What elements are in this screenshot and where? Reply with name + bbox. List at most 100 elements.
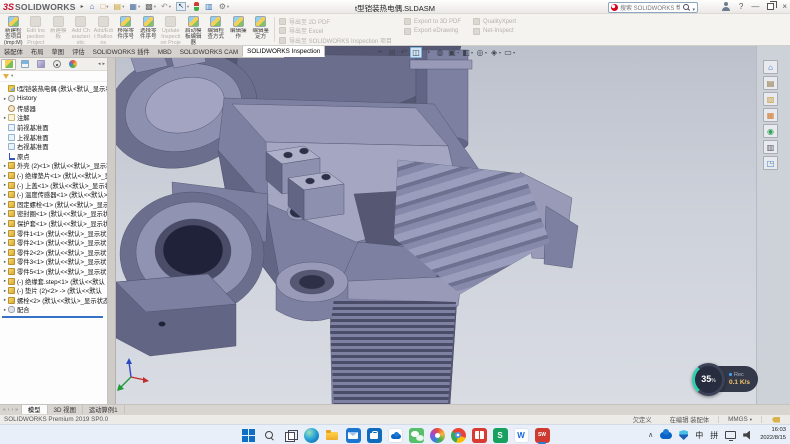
view-tool-button[interactable]: ◔: [422, 47, 433, 58]
tab-scroll-arrow[interactable]: ▸: [102, 61, 105, 67]
ime-mode-indicator[interactable]: 拼: [710, 430, 718, 441]
ribbon-button[interactable]: 启动模板编辑器: [182, 15, 205, 45]
tab-nav-arrow[interactable]: »: [15, 407, 18, 413]
close-button[interactable]: ×: [782, 3, 787, 11]
menu-expand-arrow[interactable]: ▸: [81, 3, 84, 10]
taskbar-app[interactable]: [281, 426, 299, 444]
tray-overflow-chevron[interactable]: ∧: [648, 431, 653, 439]
view-tool-button[interactable]: ↶: [398, 47, 409, 58]
tree-item[interactable]: 前视基准面: [0, 123, 107, 133]
tree-item[interactable]: ▸ History: [0, 94, 107, 104]
task-pane-tab[interactable]: ▥: [763, 140, 778, 154]
taskbar-app[interactable]: [428, 426, 446, 444]
command-tab[interactable]: 草图: [47, 45, 68, 57]
tree-item[interactable]: ▸ (-) 垫片 (2)<2> -> (默认<<默认: [0, 286, 107, 296]
taskbar-app[interactable]: S: [491, 426, 509, 444]
ribbon-button[interactable]: Add/Edit Balloons: [92, 15, 115, 45]
quick-access-button[interactable]: ⌂: [89, 1, 97, 13]
view-tool-button[interactable]: ◧ ▾: [460, 47, 473, 58]
taskbar-app[interactable]: [386, 426, 404, 444]
feature-manager-tab[interactable]: [1, 59, 16, 70]
export-menu-item[interactable]: Export to 3D PDF: [404, 17, 461, 27]
tree-item[interactable]: ▸ 配合: [0, 305, 107, 315]
tree-item[interactable]: ▸ 螺栓<2> (默认<<默认>_显示状态: [0, 295, 107, 305]
taskbar-app[interactable]: [260, 426, 278, 444]
tag-icon[interactable]: [772, 417, 780, 423]
search-box[interactable]: 搜索 SOLIDWORKS 帮助: [608, 2, 698, 13]
quick-access-button[interactable]: ▩ ▾: [144, 1, 157, 13]
security-shield-icon[interactable]: [679, 430, 688, 440]
display-tray-icon[interactable]: [725, 431, 736, 439]
minimize-button[interactable]: —: [751, 3, 759, 11]
search-caret-icon[interactable]: [692, 0, 695, 16]
command-tab[interactable]: 布局: [27, 45, 48, 57]
quick-access-button[interactable]: ▤ ▾: [113, 1, 126, 13]
document-tab[interactable]: 模型: [22, 405, 48, 414]
tree-item[interactable]: ▸ 外壳 (2)<1> (默认<<默认>_显示状: [0, 161, 107, 171]
task-pane-tab[interactable]: ◳: [763, 156, 778, 170]
tree-item[interactable]: ▸ (-) 上盖<1> (默认<<默认>_显示状: [0, 180, 107, 190]
ribbon-button[interactable]: 编辑检查方式: [205, 15, 228, 45]
tree-item[interactable]: 上视基准面: [0, 132, 107, 142]
tab-nav-arrow[interactable]: ›: [11, 407, 13, 413]
view-tool-button[interactable]: ▣ ▾: [446, 47, 459, 58]
view-tool-button[interactable]: ◍: [434, 47, 445, 58]
quick-access-button[interactable]: ↶ ▾: [160, 1, 172, 13]
taskbar-app[interactable]: W: [512, 426, 530, 444]
taskbar-app[interactable]: [323, 426, 341, 444]
taskbar-app[interactable]: SW: [533, 426, 551, 444]
task-pane-tab[interactable]: ▧: [763, 92, 778, 106]
tree-item[interactable]: ▸ 固定螺栓<1> (默认<<默认>_显示: [0, 200, 107, 210]
screen-recorder-widget[interactable]: 35% Rec 0.1 K/s: [692, 362, 758, 396]
onedrive-tray-icon[interactable]: [660, 432, 672, 439]
command-tab[interactable]: 装配体: [0, 45, 27, 57]
tree-item[interactable]: ▸ (-) 温度传感器<1> (默认<<默认>_: [0, 190, 107, 200]
ribbon-button[interactable]: Edit Inspection Project: [25, 15, 48, 45]
task-pane-tab[interactable]: ⌂: [763, 60, 778, 74]
feature-manager-tab[interactable]: [33, 59, 48, 70]
tree-root-item[interactable]: t型铠装热电偶 (默认<默认_显示状态-1: [0, 83, 107, 94]
export-menu-item[interactable]: 导出至 Excel: [279, 26, 392, 35]
command-tab[interactable]: SOLIDWORKS Inspection: [242, 45, 325, 57]
ribbon-button[interactable]: 选择零件序号: [137, 15, 160, 45]
command-tab[interactable]: MBD: [154, 47, 176, 57]
view-tool-button[interactable]: ▭ ▾: [502, 47, 515, 58]
view-tool-button[interactable]: ⊞: [386, 47, 397, 58]
ribbon-button[interactable]: Update Inspection Project: [160, 15, 183, 45]
ribbon-button[interactable]: 移除零件序号: [115, 15, 138, 45]
feature-manager-tab[interactable]: [49, 59, 64, 70]
ribbon-button[interactable]: 新建模板: [47, 15, 70, 45]
ribbon-button[interactable]: 编辑操作: [227, 15, 250, 45]
tree-item[interactable]: ▸ (-) 绝缘垫片<1> (默认<<默认>_显: [0, 171, 107, 181]
volume-icon[interactable]: [743, 431, 753, 440]
command-tab[interactable]: 评估: [68, 45, 89, 57]
tree-item[interactable]: ▸ 零件2<1> (默认<<默认>_显示状: [0, 238, 107, 248]
command-tab[interactable]: SOLIDWORKS CAM: [176, 47, 242, 57]
taskbar-app[interactable]: [239, 426, 257, 444]
view-tool-button[interactable]: ◈ ▾: [488, 47, 501, 58]
quick-access-button[interactable]: [193, 1, 201, 13]
quick-access-button[interactable]: ↖ ▾: [175, 1, 190, 13]
restore-button[interactable]: [767, 3, 774, 10]
export-menu-item[interactable]: Net-Inspect: [473, 27, 516, 37]
tree-item[interactable]: ▸ 注解: [0, 113, 107, 123]
tree-item[interactable]: 传感器: [0, 104, 107, 114]
tab-nav-arrow[interactable]: ‹: [8, 407, 10, 413]
quick-access-button[interactable]: □ ▾: [99, 1, 109, 13]
export-menu-item[interactable]: 导出至 2D PDF: [279, 17, 392, 26]
tree-filter-bar[interactable]: ▾: [0, 71, 107, 82]
login-user-icon[interactable]: [722, 2, 731, 11]
tree-item[interactable]: ▸ 密封圈<1> (默认<<默认>_显示状: [0, 209, 107, 219]
taskbar-app[interactable]: [470, 426, 488, 444]
clock[interactable]: 16:03 2022/8/15: [760, 427, 786, 442]
taskbar-app[interactable]: [365, 426, 383, 444]
tree-item[interactable]: 右视基准面: [0, 142, 107, 152]
task-pane-tab[interactable]: ◉: [763, 124, 778, 138]
taskbar-app[interactable]: [407, 426, 425, 444]
ime-language-indicator[interactable]: 中: [695, 430, 703, 441]
tree-item[interactable]: ▸ 零件5<1> (默认<<默认>_显示状: [0, 267, 107, 277]
export-menu-item[interactable]: Export eDrawing: [404, 27, 461, 37]
tree-item[interactable]: ▸ 零件2<2> (默认<<默认>_显示状: [0, 248, 107, 258]
task-pane-tab[interactable]: ▤: [763, 76, 778, 90]
document-tab[interactable]: 3D 视图: [48, 405, 83, 414]
